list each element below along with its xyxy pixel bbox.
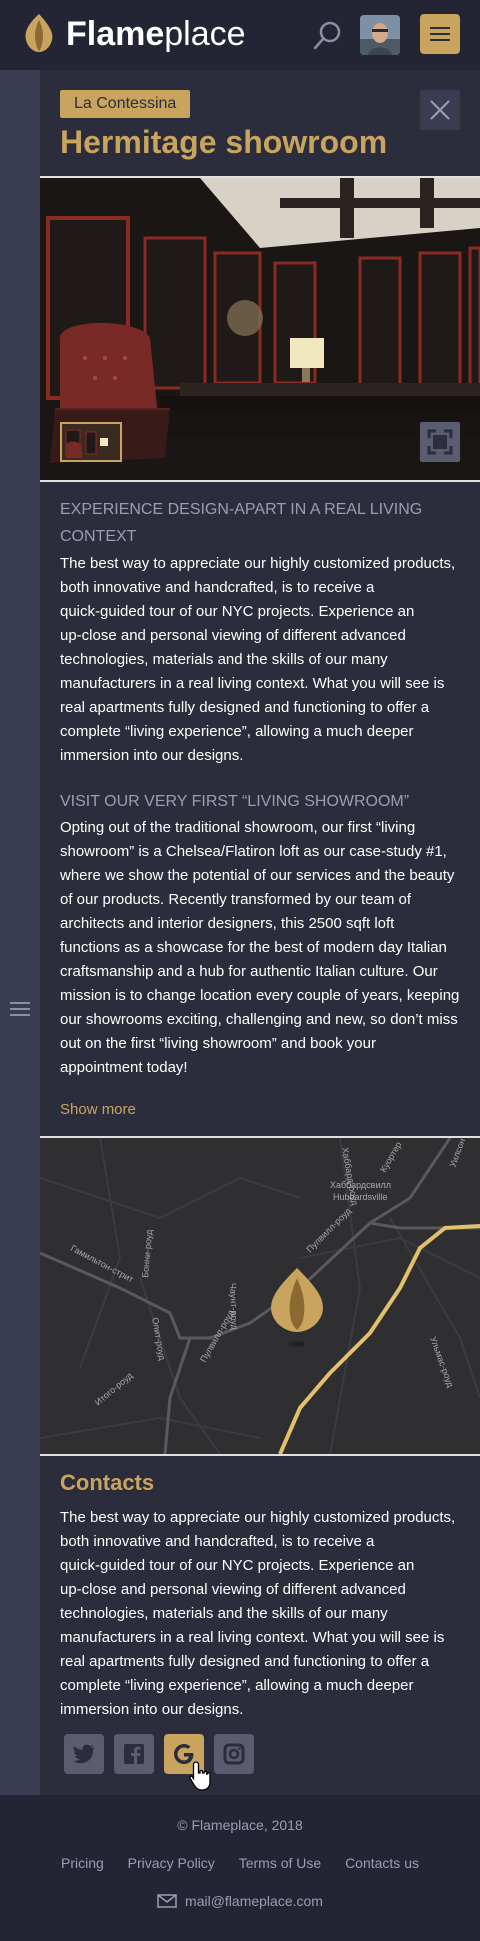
footer-links: Pricing Privacy Policy Terms of Use Cont… (0, 1855, 480, 1871)
gallery-thumbnail[interactable] (60, 422, 122, 462)
search-icon[interactable] (310, 18, 346, 54)
rail-menu-icon[interactable] (10, 1002, 30, 1016)
menu-line (430, 27, 450, 29)
mail-icon (157, 1894, 177, 1908)
page-footer: © Flameplace, 2018 Pricing Privacy Polic… (0, 1795, 480, 1941)
fullscreen-button[interactable] (420, 422, 460, 462)
showroom-panel: La Contessina Hermitage showroom EXPERIE… (40, 70, 480, 1795)
footer-link-pricing[interactable]: Pricing (61, 1855, 104, 1871)
brand-tag[interactable]: La Contessina (60, 90, 191, 118)
footer-email[interactable]: mail@flameplace.com (0, 1893, 480, 1911)
fullscreen-icon (427, 429, 453, 455)
footer-link-terms[interactable]: Terms of Use (239, 1855, 321, 1871)
close-icon (430, 100, 450, 120)
close-button[interactable] (420, 90, 460, 130)
map-canvas: Хаббардсвилл Hubbardsville Гамильтон-стр… (40, 1138, 480, 1454)
footer-link-privacy[interactable]: Privacy Policy (128, 1855, 215, 1871)
logo-wordmark[interactable]: Flameplace (66, 14, 246, 54)
hand-cursor-icon (189, 1761, 211, 1791)
section-text-experience: The best way to appreciate our highly cu… (60, 555, 456, 764)
show-more-link[interactable]: Show more (60, 1098, 136, 1122)
instagram-button[interactable] (214, 1734, 254, 1774)
instagram-icon (223, 1743, 245, 1765)
section-heading-showroom: VISIT OUR VERY FIRST “LIVING SHOWROOM” (60, 793, 410, 810)
section-heading-experience: EXPERIENCE DESIGN-APART IN A REAL LIVING… (60, 501, 423, 545)
menu-line (430, 33, 450, 35)
contacts-text: The best way to appreciate our highly cu… (60, 1509, 456, 1718)
facebook-icon (124, 1744, 144, 1764)
svg-text:Хаббардсвилл: Хаббардсвилл (330, 1180, 391, 1190)
footer-link-contacts[interactable]: Contacts us (345, 1855, 419, 1871)
page-title: Hermitage showroom (60, 124, 388, 160)
flame-logo-icon[interactable] (22, 12, 56, 54)
copyright-text: © Flameplace, 2018 (177, 1817, 303, 1833)
contacts-title: Contacts (60, 1470, 155, 1495)
location-map[interactable]: Хаббардсвилл Hubbardsville Гамильтон-стр… (40, 1136, 480, 1456)
svg-text:Чаунт-роуд: Чаунт-роуд (228, 1283, 240, 1331)
twitter-icon (73, 1744, 94, 1764)
footer-email-text[interactable]: mail@flameplace.com (185, 1893, 323, 1909)
logo-bold: Flame (66, 15, 165, 53)
user-avatar[interactable] (360, 15, 400, 55)
side-rail (0, 70, 40, 1795)
menu-line (430, 39, 450, 41)
section-text-showroom: Opting out of the traditional showroom, … (60, 819, 460, 1076)
photo-gallery[interactable] (40, 176, 480, 482)
app-header: Flameplace (0, 0, 480, 70)
hamburger-menu-button[interactable] (420, 14, 460, 54)
logo-light: place (164, 15, 246, 53)
facebook-button[interactable] (114, 1734, 154, 1774)
twitter-button[interactable] (64, 1734, 104, 1774)
